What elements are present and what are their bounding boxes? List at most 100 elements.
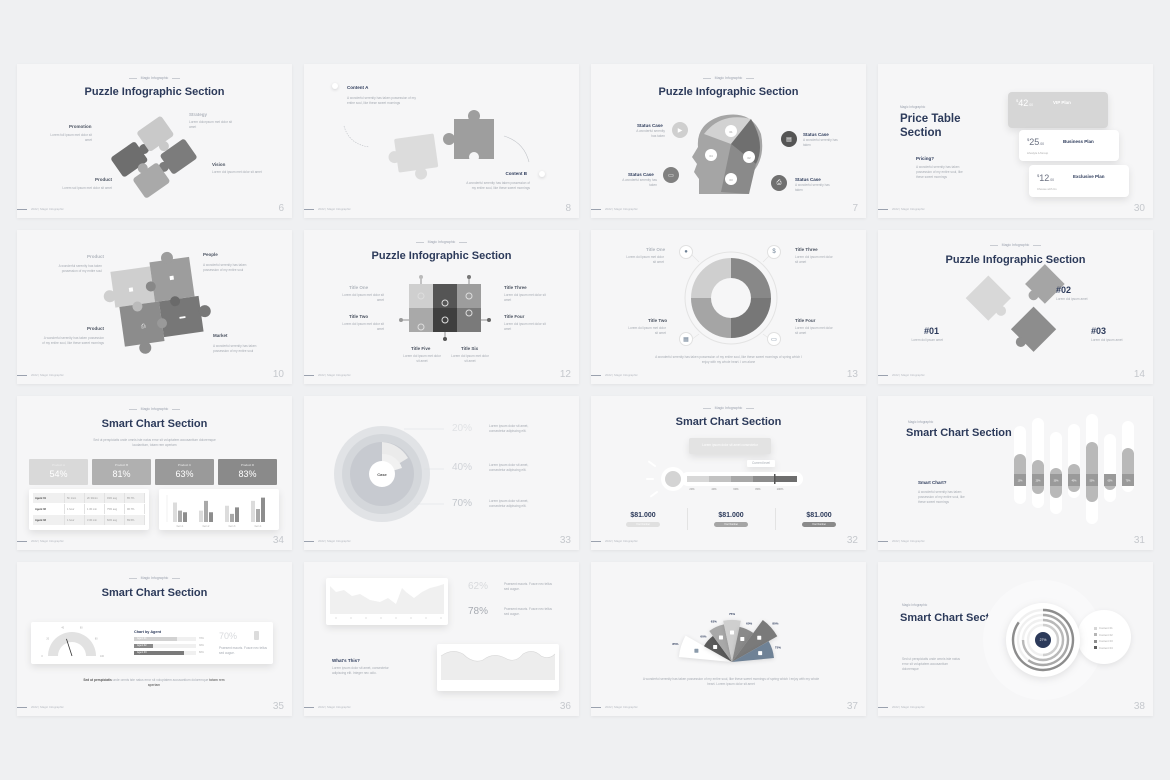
slide-title: Smart Chart Section <box>101 587 208 599</box>
bar <box>183 512 187 522</box>
price-card-vip[interactable]: $42.00 VIP Plan <box>1008 92 1108 128</box>
percent-value: 70% <box>452 498 473 509</box>
slide-footer: 2022 | Magic Infographic <box>591 373 671 377</box>
slide-smart-chart-table[interactable]: Magic Infographic Smart Chart Section Se… <box>17 396 292 550</box>
legend-item: Content 04 <box>1094 646 1113 650</box>
slide-price-table[interactable]: Magic Infographic Price Table Section Pri… <box>878 64 1153 218</box>
bar <box>261 497 265 522</box>
amount-value: $81.000 <box>718 512 744 519</box>
label-promotion: Promotion <box>69 124 92 129</box>
table-cell: Agent 03 <box>33 515 65 525</box>
amount-pill[interactable]: Your Number <box>626 522 660 527</box>
agent-name: Agent 03 <box>137 651 147 654</box>
stat-box: Product A 54% <box>29 459 88 485</box>
page-number: 6 <box>278 203 284 214</box>
table-row: Agent 02 1 hour 1 30 min 75% avg 96.7% <box>33 504 145 514</box>
svg-text:01: 01 <box>729 130 733 134</box>
globe-icon: ● <box>679 245 693 259</box>
person-icon <box>718 635 723 640</box>
table-cell: 75% avg <box>105 504 125 514</box>
fan-value-label: 85% <box>672 642 678 646</box>
table-cell: 1 hour <box>65 504 85 514</box>
bar <box>256 509 260 522</box>
amount-value: $81.000 <box>630 512 656 519</box>
legend-swatch <box>1094 633 1097 636</box>
table-cell: 5h 1min <box>65 493 85 503</box>
table-cell: 93% avg <box>105 493 125 503</box>
slide-puzzle-4-pieces[interactable]: Magic Infographic Puzzle Infographic Sec… <box>17 64 292 218</box>
slide-puzzle-grid[interactable]: Magic Infographic Puzzle Infographic Sec… <box>304 230 579 384</box>
building-icon <box>758 651 763 656</box>
svg-text:04: 04 <box>709 154 713 158</box>
slide-puzzle-3-pieces[interactable]: Magic Infographic Puzzle Infographic Sec… <box>878 230 1153 384</box>
table-cell: 1 hour <box>65 515 85 525</box>
page-number: 14 <box>1133 369 1145 380</box>
page-number: 12 <box>559 369 571 380</box>
monitor-icon: ▭ <box>663 167 679 183</box>
area-chart <box>440 651 556 680</box>
monitor-icon: ▭ <box>767 332 781 346</box>
stat-label: Product A <box>51 463 65 467</box>
amount-pill[interactable]: Your Number <box>714 522 748 527</box>
slide-thermometer[interactable]: Magic Infographic Smart Chart Section Lo… <box>591 396 866 550</box>
slide-puzzle-square[interactable]: ◼ ◼ ⎙ ▬ Product A wonderful serenity has… <box>17 230 292 384</box>
slide-area-charts[interactable]: 62% Praesent mauris. Fusce nec tellus se… <box>304 562 579 716</box>
slide-gauge[interactable]: Magic Infographic Smart Chart Section 02… <box>17 562 292 716</box>
price-card-exclusive[interactable]: $12.00 Choose with Us Exclusive Plan <box>1029 165 1129 197</box>
stat-value: 54% <box>49 469 68 479</box>
price-card-business[interactable]: $25.00 Lifestyle 1/Group Business Plan <box>1019 130 1119 161</box>
bar <box>235 507 239 522</box>
divider <box>687 508 688 530</box>
label-content-b: Content B <box>505 171 528 176</box>
agent-name: Agent 02 <box>137 644 147 647</box>
legend-item: Content 02 <box>1094 633 1113 637</box>
fan-chart: 85% 60% 63% 75% 60% 80% 75% <box>672 612 781 662</box>
briefcase-icon <box>694 648 699 653</box>
slide-ring-chart[interactable]: Magic Infographic Smart Chart Section Se… <box>878 562 1153 716</box>
slide-footer: 2022 | Magic Infographic <box>591 539 671 543</box>
fan-value-label: 63% <box>711 619 717 623</box>
agent-value: 70% <box>199 637 204 640</box>
amount-value: $81.000 <box>806 512 832 519</box>
bar-category-label: Item 3 <box>229 525 236 528</box>
big-value: 70% <box>219 631 238 641</box>
thermo-segment <box>753 476 775 482</box>
amount-pill[interactable]: Your Number <box>802 522 836 527</box>
label-strategy: Strategy <box>189 112 208 117</box>
calendar-icon: ▦ <box>679 332 693 346</box>
play-icon: ▶ <box>672 122 688 138</box>
bullet-icon <box>539 171 545 177</box>
agent-table: Agent 01 5h 1min 2h 30min 93% avg 85.7% Agent… <box>29 489 149 530</box>
slide-cycle-ring[interactable]: ● $ ▦ ▭ Title One Lorem dol ipsum met do… <box>591 230 866 384</box>
center-value: 27% <box>1040 638 1047 642</box>
page-number: 31 <box>1133 535 1145 546</box>
slide-fan-chart[interactable]: 85% 60% 63% 75% 60% 80% 75% A wonderful sereni… <box>591 562 866 716</box>
pill-bar <box>1086 442 1098 502</box>
pie-icon <box>740 637 745 642</box>
slide-footer: 2022 | Magic Infographic <box>17 539 97 543</box>
bar-category-label: Item 4 <box>255 525 262 528</box>
agent-name: Agent 01 <box>137 637 147 640</box>
page-number: 34 <box>272 535 284 546</box>
legend-item: Content 03 <box>1094 639 1113 643</box>
slide-puzzle-head[interactable]: Magic Infographic Puzzle Infographic Sec… <box>591 64 866 218</box>
puzzle-square-graphic: ◼ ◼ ⎙ ▬ <box>103 251 211 354</box>
area-chart-card-1 <box>326 578 448 625</box>
gauge-tick-label: 0 <box>41 655 43 658</box>
slide-title: Smart Chart Section <box>101 418 208 430</box>
slide-footer: 2022 | Magic Infographic <box>17 705 97 709</box>
slide-puzzle-2-pieces[interactable]: Content A A wonderful serenity has taken… <box>304 64 579 218</box>
legend-swatch <box>1094 646 1097 649</box>
agent-bar: Agent 03 <box>134 651 184 655</box>
slide-pill-chart[interactable]: Magic Infographic Smart Chart Section Sm… <box>878 396 1153 550</box>
page-number: 33 <box>559 535 571 546</box>
bar <box>230 513 234 522</box>
legend-swatch <box>1094 639 1097 643</box>
page-number: 7 <box>852 203 858 214</box>
slide-footer: 2022 | Magic Infographic <box>878 705 958 709</box>
slide-radial-chart[interactable]: Case 20% Lorem ipsum dolor sit amet, con… <box>304 396 579 550</box>
table-cell: 2h 30min <box>85 493 105 503</box>
caption: Sed ut perspiciatis unde omnis iste natu… <box>83 678 225 687</box>
slide-title: Price Table Section <box>900 113 961 139</box>
level-marker <box>774 474 776 484</box>
